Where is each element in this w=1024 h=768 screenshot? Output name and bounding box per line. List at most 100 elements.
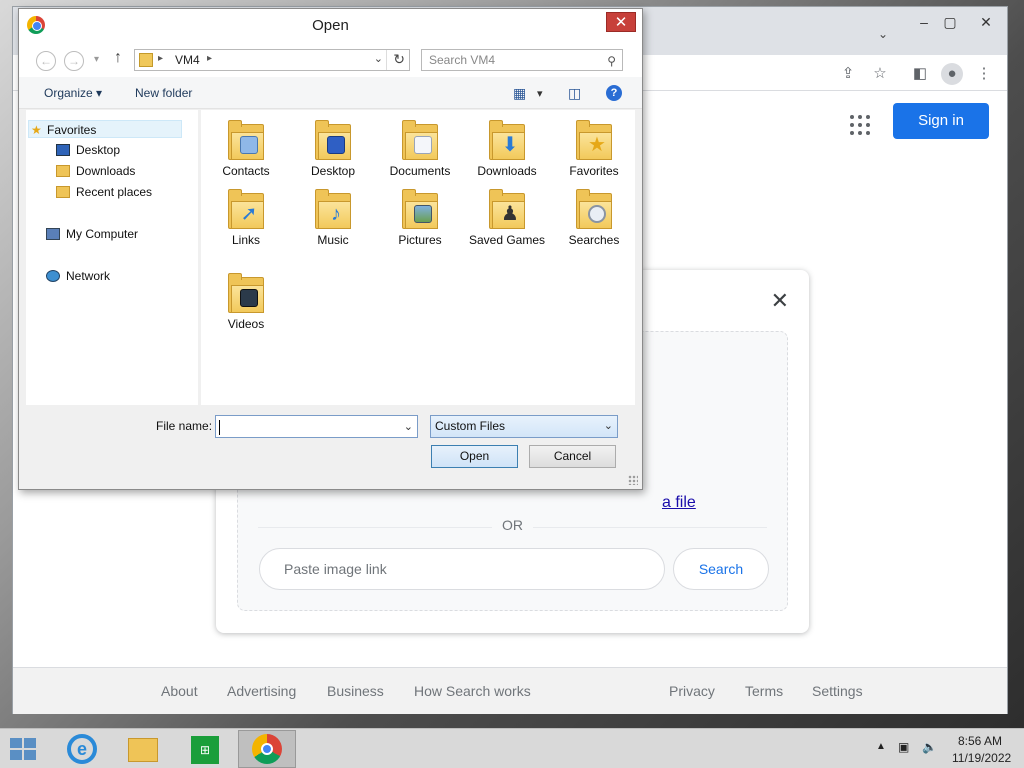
recent-places-icon xyxy=(56,186,70,198)
dialog-titlebar: Open ✕ xyxy=(19,9,642,41)
file-explorer-icon[interactable] xyxy=(114,730,172,768)
file-type-select[interactable]: Custom Files ⌄ xyxy=(430,415,618,438)
bookmark-star-icon[interactable]: ☆ xyxy=(869,63,891,85)
dialog-close-button[interactable]: ✕ xyxy=(606,12,636,32)
divider xyxy=(386,50,387,70)
footer-link-advertising[interactable]: Advertising xyxy=(227,683,296,699)
footer-link-business[interactable]: Business xyxy=(327,683,384,699)
footer-link-privacy[interactable]: Privacy xyxy=(669,683,715,699)
pictures-folder-icon xyxy=(402,189,438,229)
search-icon[interactable]: ⚲ xyxy=(607,51,616,71)
nav-item-downloads[interactable]: Downloads xyxy=(56,162,135,180)
list-item[interactable]: ★ Favorites xyxy=(553,120,635,178)
up-arrow-icon[interactable]: ↑ xyxy=(114,49,122,67)
maximize-button[interactable]: ▢ xyxy=(935,11,965,33)
list-item[interactable]: Desktop xyxy=(292,120,374,178)
view-dropdown-icon[interactable]: ▾ xyxy=(537,87,543,100)
back-arrow-icon[interactable]: ← xyxy=(36,51,56,71)
footer-link-how-search-works[interactable]: How Search works xyxy=(414,683,531,699)
store-icon[interactable]: ⊞ xyxy=(176,730,234,768)
network-status-icon[interactable]: ▣ xyxy=(898,740,909,754)
list-item[interactable]: ⬇ Downloads xyxy=(466,120,548,178)
nav-item-desktop[interactable]: Desktop xyxy=(56,141,120,159)
cancel-button[interactable]: Cancel xyxy=(529,445,616,468)
show-hidden-icons-icon[interactable]: ▲ xyxy=(876,741,886,752)
list-item[interactable]: Searches xyxy=(553,189,635,247)
paste-image-link-input[interactable]: Paste image link xyxy=(259,548,665,590)
text-caret xyxy=(219,420,220,435)
recent-locations-chevron-icon[interactable]: ▾ xyxy=(94,54,99,65)
music-folder-icon: ♪ xyxy=(315,189,351,229)
file-list: Contacts Desktop Documents ⬇ Downloads ★… xyxy=(201,110,635,405)
saved-games-folder-icon: ♟ xyxy=(489,189,525,229)
search-box[interactable]: Search VM4 ⚲ xyxy=(421,49,623,71)
list-item[interactable]: Pictures xyxy=(379,189,461,247)
documents-folder-icon xyxy=(402,120,438,160)
footer-link-terms[interactable]: Terms xyxy=(745,683,783,699)
desktop-folder-icon xyxy=(315,120,351,160)
internet-explorer-icon[interactable]: e xyxy=(53,730,111,768)
star-icon: ★ xyxy=(31,123,42,137)
help-icon[interactable]: ? xyxy=(606,85,622,101)
forward-arrow-icon[interactable]: → xyxy=(64,51,84,71)
desktop-icon xyxy=(56,144,70,156)
view-options-icon[interactable]: ▦ xyxy=(513,85,526,102)
footer-link-about[interactable]: About xyxy=(161,683,198,699)
new-folder-button[interactable]: New folder xyxy=(135,86,192,100)
chrome-taskbar-icon[interactable] xyxy=(238,730,296,768)
or-separator: OR xyxy=(238,517,787,533)
file-name-dropdown-icon[interactable]: ⌄ xyxy=(404,420,413,433)
nav-item-my-computer[interactable]: My Computer xyxy=(46,225,138,243)
resize-grip[interactable] xyxy=(628,475,638,485)
dialog-footer: File name: ⌄ Custom Files ⌄ Open Cancel xyxy=(19,405,642,489)
clock-date[interactable]: 11/19/2022 xyxy=(952,751,1011,765)
list-item[interactable]: Videos xyxy=(205,273,287,331)
navigation-bar: ← → ▾ ↑ ▸ VM4 ▸ ⌄ ↻ Search VM4 ⚲ xyxy=(19,41,642,77)
nav-item-recent-places[interactable]: Recent places xyxy=(56,183,152,201)
navigation-pane: ★ Favorites Desktop Downloads Recent pla… xyxy=(26,110,198,405)
footer-link-settings[interactable]: Settings xyxy=(812,683,863,699)
open-button[interactable]: Open xyxy=(431,445,518,468)
links-folder-icon: ➚ xyxy=(228,189,264,229)
breadcrumb-chevron-icon[interactable]: ▸ xyxy=(158,53,163,64)
open-file-dialog: Open ✕ ← → ▾ ↑ ▸ VM4 ▸ ⌄ ↻ Search VM4 ⚲ … xyxy=(18,8,643,490)
address-dropdown-icon[interactable]: ⌄ xyxy=(374,52,383,65)
computer-icon xyxy=(46,228,60,240)
list-item[interactable]: ♪ Music xyxy=(292,189,374,247)
share-icon[interactable]: ⇪ xyxy=(837,63,859,85)
file-name-input[interactable]: ⌄ xyxy=(215,415,418,438)
side-panel-icon[interactable]: ◧ xyxy=(909,63,931,85)
close-button[interactable]: ✕ xyxy=(971,11,1001,33)
close-icon[interactable]: ✕ xyxy=(771,288,789,314)
nav-item-network[interactable]: Network xyxy=(46,267,110,285)
start-windows-icon[interactable] xyxy=(10,738,38,762)
videos-folder-icon xyxy=(228,273,264,313)
breadcrumb-vm4[interactable]: VM4 xyxy=(175,53,200,67)
taskbar: e ⊞ ▲ ▣ 🔈 8:56 AM 11/19/2022 xyxy=(0,728,1024,768)
upload-file-link[interactable]: a file xyxy=(662,494,696,512)
dialog-title: Open xyxy=(312,17,349,34)
profile-avatar-icon[interactable]: ● xyxy=(941,63,963,85)
chrome-menu-icon[interactable]: ⋮ xyxy=(973,63,995,85)
search-button[interactable]: Search xyxy=(673,548,769,590)
list-item[interactable]: Documents xyxy=(379,120,461,178)
contacts-folder-icon xyxy=(228,120,264,160)
volume-icon[interactable]: 🔈 xyxy=(922,740,937,754)
search-placeholder: Search VM4 xyxy=(429,53,496,67)
list-item[interactable]: ♟ Saved Games xyxy=(466,189,548,247)
clock-time[interactable]: 8:56 AM xyxy=(958,734,1002,748)
list-item[interactable]: ➚ Links xyxy=(205,189,287,247)
preview-pane-icon[interactable]: ◫ xyxy=(568,85,581,102)
list-item[interactable]: Contacts xyxy=(205,120,287,178)
refresh-icon[interactable]: ↻ xyxy=(393,51,405,68)
sign-in-button[interactable]: Sign in xyxy=(893,103,989,139)
searches-folder-icon xyxy=(576,189,612,229)
breadcrumb-chevron-icon[interactable]: ▸ xyxy=(207,53,212,64)
nav-item-favorites[interactable]: ★ Favorites xyxy=(28,120,182,138)
tab-search-chevron-icon[interactable]: ⌄ xyxy=(875,27,891,43)
address-bar[interactable]: ▸ VM4 ▸ ⌄ ↻ xyxy=(134,49,410,71)
folder-icon xyxy=(139,53,153,67)
google-apps-icon[interactable] xyxy=(849,114,871,136)
organize-button[interactable]: Organize ▾ xyxy=(44,86,102,100)
file-name-label: File name: xyxy=(156,419,213,433)
